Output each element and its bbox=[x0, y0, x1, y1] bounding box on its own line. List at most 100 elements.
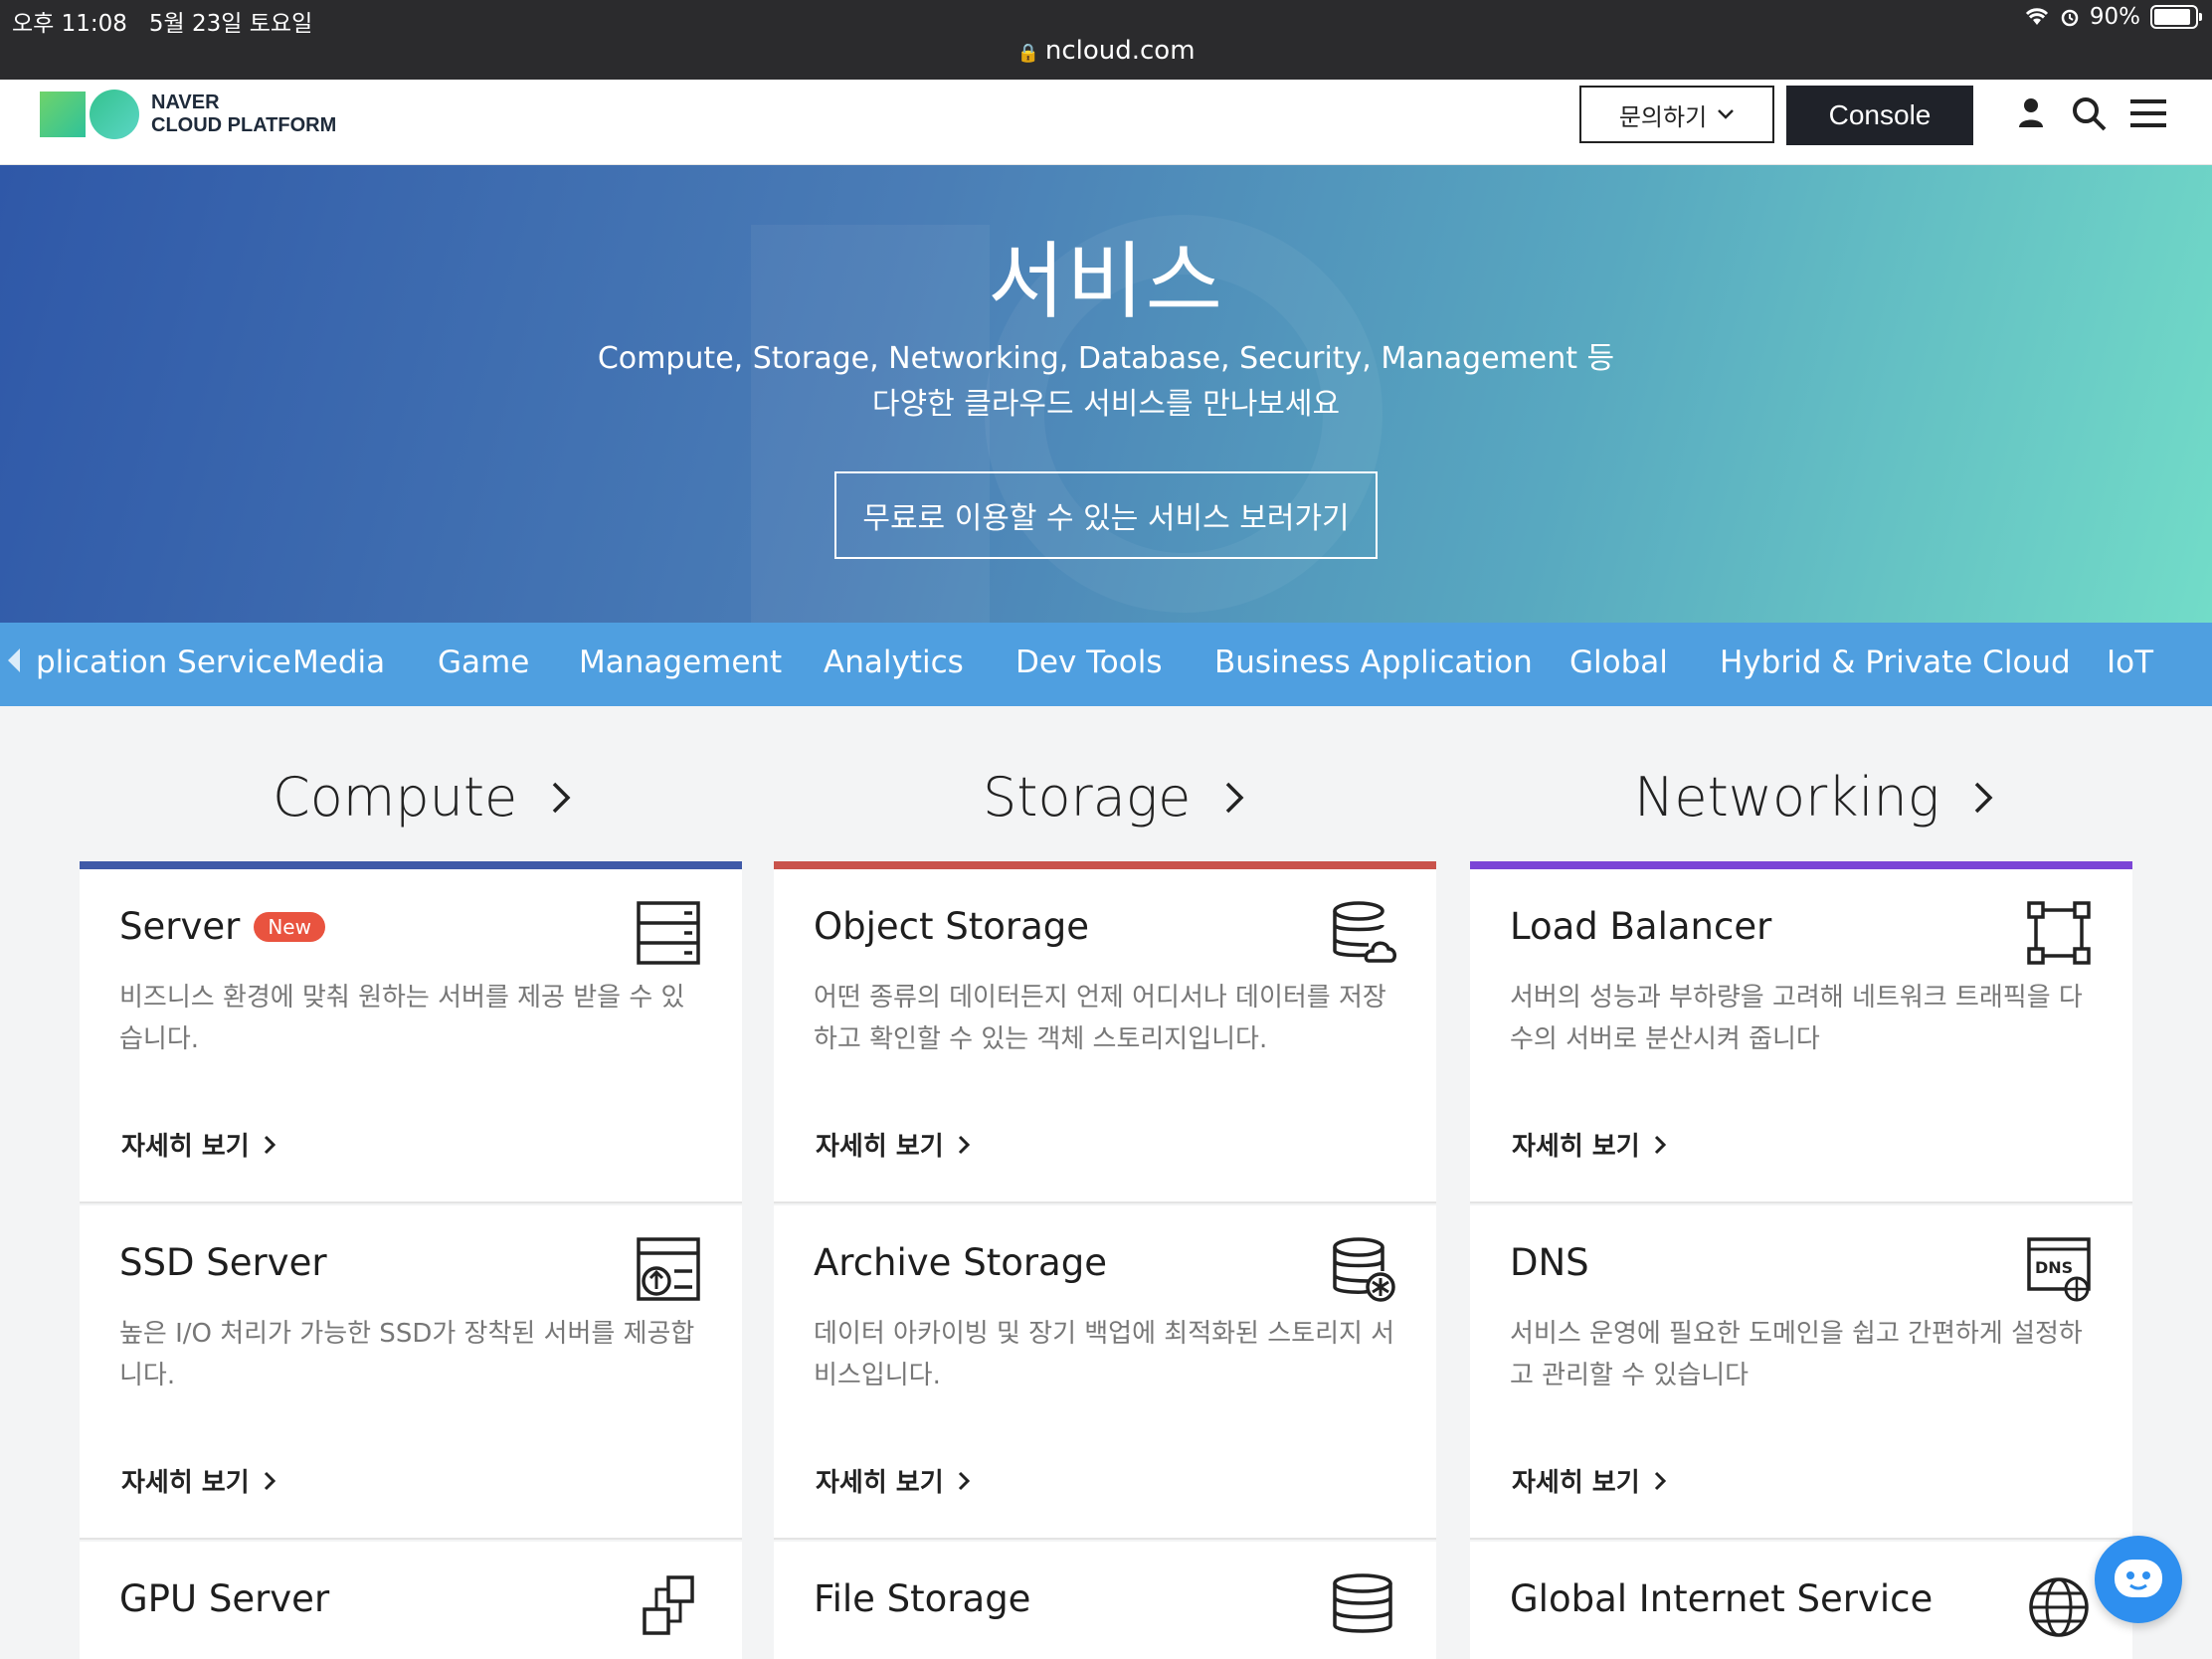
card-description: 어떤 종류의 데이터든지 언제 어디서나 데이터를 저장하고 확인할 수 있는 … bbox=[814, 983, 1386, 1054]
card-more-link[interactable]: 자세히 보기 bbox=[816, 1126, 970, 1163]
card-more-link[interactable]: 자세히 보기 bbox=[816, 1462, 970, 1499]
card-title: Load Balancer bbox=[1510, 905, 1772, 948]
card-title: Server New bbox=[119, 905, 325, 948]
naver-cloud-logo[interactable]: NAVER CLOUD PLATFORM bbox=[40, 90, 336, 139]
hero-banner: 서비스 Compute, Storage, Networking, Databa… bbox=[0, 165, 2212, 623]
column-title: Networking bbox=[1634, 766, 1940, 829]
column-title: Compute bbox=[273, 766, 518, 829]
menu-icon[interactable] bbox=[2128, 93, 2168, 133]
inquiry-dropdown-button[interactable]: 문의하기 bbox=[1579, 86, 1774, 143]
scroll-left-icon[interactable] bbox=[8, 648, 20, 672]
service-card-file-storage[interactable]: File Storage bbox=[774, 1542, 1436, 1659]
server-rack-icon bbox=[637, 901, 700, 965]
chatbot-face-icon bbox=[2115, 1560, 2162, 1597]
card-more-link[interactable]: 자세히 보기 bbox=[1512, 1462, 1666, 1499]
gpu-chip-icon bbox=[643, 1575, 694, 1635]
service-card-global-internet-service[interactable]: Global Internet Service bbox=[1470, 1542, 2132, 1659]
column-heading-compute[interactable]: Compute bbox=[273, 766, 571, 829]
ssd-server-icon bbox=[637, 1237, 700, 1301]
more-label: 자세히 보기 bbox=[121, 1132, 250, 1162]
column-heading-storage[interactable]: Storage bbox=[983, 766, 1244, 829]
column-title: Storage bbox=[983, 766, 1192, 829]
card-title: Global Internet Service bbox=[1510, 1577, 1934, 1620]
card-description: 서비스 운영에 필요한 도메인을 쉽고 간편하게 설정하고 관리할 수 있습니다 bbox=[1510, 1319, 2083, 1390]
service-card-load-balancer[interactable]: Load Balancer 서버의 성능과 부하량을 고려해 네트워크 트래픽을… bbox=[1470, 869, 2132, 1203]
battery-percent: 90% bbox=[2089, 4, 2140, 30]
svg-text:DNS: DNS bbox=[2035, 1258, 2073, 1277]
load-balancer-icon bbox=[2027, 901, 2091, 965]
service-card-dns[interactable]: DNS DNS 서비스 운영에 필요한 도메인을 쉽고 간편하게 설정하고 관리… bbox=[1470, 1205, 2132, 1540]
chevron-right-icon bbox=[1974, 782, 1993, 813]
status-time: 오후 11:08 bbox=[12, 11, 127, 37]
browser-status-bar: 오후 11:08 5월 23일 토요일 90% 🔒 ncloud.com bbox=[0, 0, 2212, 80]
card-more-link[interactable]: 자세히 보기 bbox=[121, 1462, 276, 1499]
category-item-media[interactable]: Media bbox=[292, 645, 385, 680]
card-title-text: Server bbox=[119, 905, 241, 948]
user-icon[interactable] bbox=[2011, 93, 2051, 133]
free-services-button[interactable]: 무료로 이용할 수 있는 서비스 보러가기 bbox=[834, 471, 1378, 559]
search-icon[interactable] bbox=[2069, 93, 2109, 133]
more-label: 자세히 보기 bbox=[1512, 1468, 1640, 1498]
category-item-global[interactable]: Global bbox=[1569, 645, 1668, 680]
service-card-server[interactable]: Server New 비즈니스 환경에 맞춰 원하는 서버를 제공 받을 수 있습… bbox=[80, 869, 742, 1203]
service-card-ssd-server[interactable]: SSD Server 높은 I/O 처리가 가능한 SSD가 장착된 서버를 제… bbox=[80, 1205, 742, 1540]
category-item-game[interactable]: Game bbox=[438, 645, 529, 680]
logo-text: NAVER CLOUD PLATFORM bbox=[151, 92, 336, 137]
column-heading-networking[interactable]: Networking bbox=[1634, 766, 1993, 829]
category-item-hybrid-private-cloud[interactable]: Hybrid & Private Cloud bbox=[1720, 645, 2071, 680]
category-item-application-service[interactable]: plication Service bbox=[36, 645, 291, 680]
console-button[interactable]: Console bbox=[1786, 86, 1973, 145]
column-accent-bar-compute bbox=[80, 861, 742, 869]
chevron-right-icon bbox=[264, 1135, 276, 1154]
chevron-right-icon bbox=[264, 1471, 276, 1490]
status-right: 90% bbox=[2024, 4, 2202, 30]
category-item-analytics[interactable]: Analytics bbox=[824, 645, 964, 680]
chevron-right-icon bbox=[958, 1135, 970, 1154]
card-title: GPU Server bbox=[119, 1577, 330, 1620]
card-description: 데이터 아카이빙 및 장기 백업에 최적화된 스토리지 서비스입니다. bbox=[814, 1319, 1395, 1390]
status-left: 오후 11:08 5월 23일 토요일 bbox=[12, 4, 312, 38]
url-text: ncloud.com bbox=[1044, 36, 1196, 66]
more-label: 자세히 보기 bbox=[121, 1468, 250, 1498]
wifi-icon bbox=[2025, 8, 2048, 25]
card-title: Object Storage bbox=[814, 905, 1090, 948]
address-bar[interactable]: 🔒 ncloud.com bbox=[0, 36, 2212, 66]
more-label: 자세히 보기 bbox=[816, 1132, 944, 1162]
card-more-link[interactable]: 자세히 보기 bbox=[1512, 1126, 1666, 1163]
lock-icon: 🔒 bbox=[1016, 43, 1039, 64]
service-card-archive-storage[interactable]: Archive Storage 데이터 아카이빙 및 장기 백업에 최적화된 스… bbox=[774, 1205, 1436, 1540]
chatbot-button[interactable] bbox=[2095, 1536, 2182, 1623]
chevron-right-icon bbox=[553, 782, 571, 813]
column-accent-bar-networking bbox=[1470, 861, 2132, 869]
logo-mark-icon bbox=[40, 90, 139, 139]
category-item-iot[interactable]: IoT bbox=[2107, 645, 2153, 680]
globe-icon bbox=[2029, 1577, 2089, 1637]
category-item-dev-tools[interactable]: Dev Tools bbox=[1015, 645, 1163, 680]
card-title: File Storage bbox=[814, 1577, 1031, 1620]
card-title: Archive Storage bbox=[814, 1241, 1107, 1284]
card-more-link[interactable]: 자세히 보기 bbox=[121, 1126, 276, 1163]
category-item-management[interactable]: Management bbox=[579, 645, 782, 680]
hero-subtitle: Compute, Storage, Networking, Database, … bbox=[0, 336, 2212, 428]
database-snowflake-icon bbox=[1333, 1237, 1395, 1302]
logo-line1: NAVER bbox=[151, 92, 220, 113]
more-label: 자세히 보기 bbox=[1512, 1132, 1640, 1162]
inquiry-label: 문의하기 bbox=[1618, 102, 1708, 131]
column-accent-bar-storage bbox=[774, 861, 1436, 869]
chevron-right-icon bbox=[1226, 782, 1244, 813]
battery-fill bbox=[2154, 9, 2190, 25]
service-card-object-storage[interactable]: Object Storage 어떤 종류의 데이터든지 언제 어디서나 데이터를… bbox=[774, 869, 1436, 1203]
card-title: SSD Server bbox=[119, 1241, 327, 1284]
status-date: 5월 23일 토요일 bbox=[148, 11, 313, 37]
chevron-right-icon bbox=[1654, 1471, 1666, 1490]
alarm-icon bbox=[2061, 9, 2079, 27]
database-icon bbox=[1333, 1573, 1392, 1633]
chevron-down-icon bbox=[1718, 109, 1735, 119]
card-description: 비즈니스 환경에 맞춰 원하는 서버를 제공 받을 수 있습니다. bbox=[119, 983, 685, 1054]
hero-subtitle-line1: Compute, Storage, Networking, Database, … bbox=[597, 341, 1615, 376]
more-label: 자세히 보기 bbox=[816, 1468, 944, 1498]
category-item-business-application[interactable]: Business Application bbox=[1214, 645, 1533, 680]
card-description: 서버의 성능과 부하량을 고려해 네트워크 트래픽을 다수의 서버로 분산시켜 … bbox=[1510, 983, 2083, 1054]
category-nav: plication Service Media Game Management … bbox=[0, 623, 2212, 706]
service-card-gpu-server[interactable]: GPU Server bbox=[80, 1542, 742, 1659]
